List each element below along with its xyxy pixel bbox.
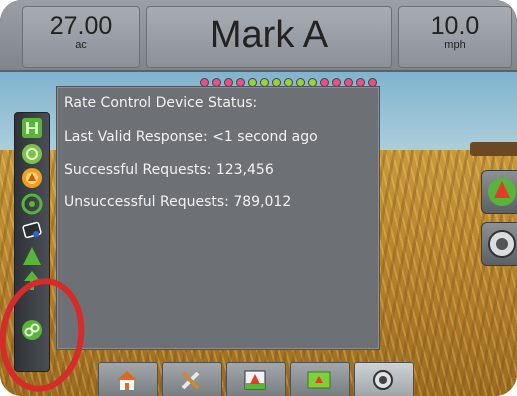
home-button[interactable]	[98, 362, 158, 396]
vehicle-view-button[interactable]	[481, 170, 517, 214]
vehicle-view-icon	[488, 178, 516, 206]
tilt-icon[interactable]	[21, 219, 43, 241]
zoom-icon	[488, 230, 516, 258]
gps-icon[interactable]	[21, 143, 43, 165]
tools-button[interactable]	[162, 362, 222, 396]
rate-icon[interactable]	[21, 167, 43, 189]
speed-box[interactable]: 10.0 mph	[398, 6, 512, 68]
successful-requests: Successful Requests: 123,456	[64, 162, 274, 178]
section-control-icon[interactable]	[21, 117, 43, 139]
speed-value: 10.0	[430, 12, 480, 40]
steering-icon[interactable]	[21, 193, 43, 215]
top-status-bar: 27.00 ac Mark A 10.0 mph	[0, 0, 517, 72]
area-applied-box[interactable]: 27.00 ac	[22, 6, 140, 68]
map-icon	[307, 371, 331, 389]
last-valid-response: Last Valid Response: <1 second ago	[64, 129, 318, 145]
rate-control-status-popup[interactable]: Rate Control Device Status: Last Valid R…	[56, 86, 380, 350]
area-value: 27.00	[49, 12, 113, 40]
zoom-button[interactable]	[481, 222, 517, 266]
combine-header	[470, 142, 517, 156]
tools-icon	[181, 371, 200, 390]
unsuccessful-requests: Unsuccessful Requests: 789,012	[64, 194, 292, 210]
bottom-toolbar	[98, 362, 418, 396]
popup-heading: Rate Control Device Status:	[64, 95, 258, 111]
guidance-icon	[244, 370, 266, 390]
guidance-button[interactable]	[226, 362, 286, 396]
camera-icon	[373, 370, 393, 390]
camera-button[interactable]	[354, 362, 414, 396]
speed-unit: mph	[444, 39, 466, 51]
map-button[interactable]	[290, 362, 350, 396]
mark-title: Mark A	[209, 14, 329, 56]
area-unit: ac	[75, 39, 87, 51]
home-icon	[117, 371, 137, 390]
nav-arrow-icon[interactable]	[21, 245, 43, 267]
guidance-display: 27.00 ac Mark A 10.0 mph Rate Control De…	[0, 0, 517, 396]
marker-box[interactable]: Mark A	[146, 6, 392, 68]
